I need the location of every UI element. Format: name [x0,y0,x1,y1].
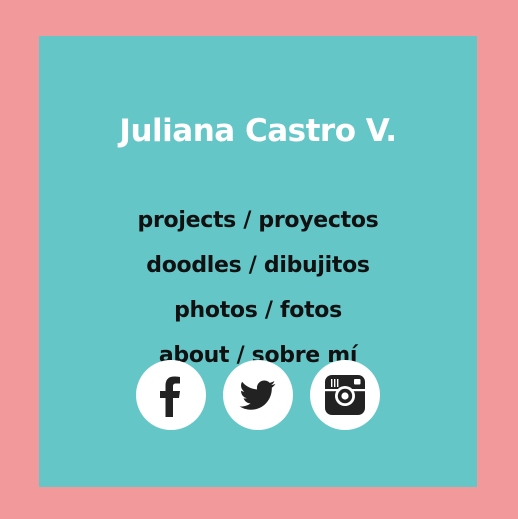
nav-item-projects: projects / proyectos [39,198,477,243]
social-links [39,360,477,430]
twitter-icon [239,380,276,410]
nav-link-doodles[interactable]: doodles / dibujitos [146,253,370,278]
facebook-icon [160,376,180,417]
facebook-link[interactable] [136,360,206,430]
twitter-link[interactable] [223,360,293,430]
nav-item-doodles: doodles / dibujitos [39,243,477,288]
instagram-icon [325,375,365,415]
nav-link-projects[interactable]: projects / proyectos [138,208,379,233]
site-title: Juliana Castro V. [119,113,397,149]
nav-link-photos[interactable]: photos / fotos [174,298,342,323]
main-card: Juliana Castro V. projects / proyectos d… [39,36,477,487]
nav-item-photos: photos / fotos [39,288,477,333]
main-nav: projects / proyectos doodles / dibujitos… [39,198,477,378]
instagram-link[interactable] [310,360,380,430]
